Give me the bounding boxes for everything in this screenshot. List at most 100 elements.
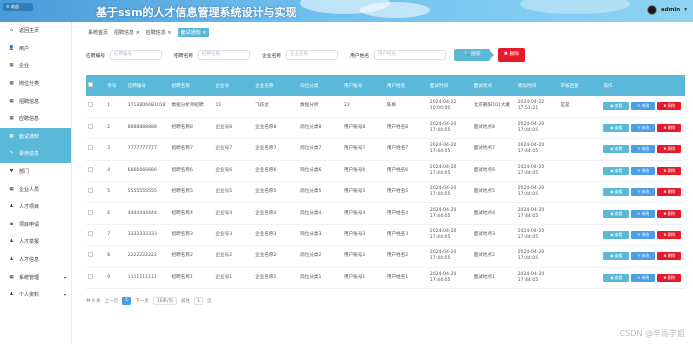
search-input-user[interactable]: 用户姓名 <box>374 50 446 60</box>
view-button[interactable]: ◉ 查看 <box>603 102 630 111</box>
cell-place: 面试地点1 <box>471 267 516 290</box>
delete-button[interactable]: ✖ 删除 <box>657 166 682 175</box>
chevron-down-icon: ▾ <box>63 292 66 298</box>
sidebar-item-10[interactable]: ♟ 人才项目 <box>0 198 71 216</box>
view-button[interactable]: ◉ 查看 <box>603 273 630 282</box>
actions-cell: ◉ 查看 ✎ 修改 ✖ 删除 <box>601 202 685 225</box>
batch-delete-button[interactable]: ✖ 删除 <box>498 48 525 62</box>
delete-button[interactable]: ✖ 删除 <box>657 188 682 197</box>
user-name: admin <box>661 7 681 13</box>
search-bar: 应聘编号 应聘编号 招聘名称 招聘名称 企业名称 企业名称 用户姓名 用户姓名 … <box>72 48 693 62</box>
cell-reply <box>558 202 602 225</box>
sidebar-item-1[interactable]: 👤 用户 <box>0 40 71 58</box>
sidebar-item-13[interactable]: ♟ 人才信息 <box>0 251 71 269</box>
column-header: 用户姓名 <box>384 75 428 96</box>
delete-button[interactable]: ✖ 删除 <box>657 231 682 240</box>
tab-0[interactable]: 系统首页 <box>88 29 108 36</box>
delete-button[interactable]: ✖ 删除 <box>657 273 682 282</box>
cell-acct: 用户账号6 <box>342 160 385 183</box>
edit-button[interactable]: ✎ 修改 <box>631 273 656 282</box>
search-input-code[interactable]: 应聘编号 <box>110 50 162 60</box>
row-checkbox[interactable] <box>88 166 93 172</box>
cell-added: 2024-04-22 17:51:21 <box>515 96 559 118</box>
user-menu[interactable]: admin ▾ <box>647 5 687 15</box>
sidebar-item-0[interactable]: ⌂ 返回主页 <box>0 22 71 40</box>
edit-button[interactable]: ✎ 修改 <box>631 124 656 133</box>
tab-3[interactable]: 面试通知 × <box>177 27 210 37</box>
sidebar-item-12[interactable]: ♟ 人才举报 <box>0 233 71 251</box>
tab-1[interactable]: 招聘信息 × <box>114 29 140 36</box>
search-input-job[interactable]: 招聘名称 <box>198 50 250 60</box>
delete-button[interactable]: ✖ 删除 <box>657 252 682 261</box>
table-row: 1 1713806681018 数据分析师招聘 11 飞跃达 数据分析 22 陈枫 2024-0… <box>86 96 685 118</box>
view-button[interactable]: ◉ 查看 <box>603 188 630 197</box>
next-page-button[interactable]: 下一页 <box>135 298 149 304</box>
cell-coname: 企业名称6 <box>253 160 299 183</box>
cell-code: 6666666666 <box>125 160 170 183</box>
row-checkbox[interactable] <box>88 124 93 130</box>
delete-button[interactable]: ✖ 删除 <box>657 102 682 111</box>
sidebar-icon: ▦ <box>9 116 14 122</box>
edit-button[interactable]: ✎ 修改 <box>631 252 656 261</box>
row-checkbox[interactable] <box>88 273 93 279</box>
edit-button[interactable]: ✎ 修改 <box>631 102 656 111</box>
table-header-row: 序号 应聘编号 招聘名称 企业号 企业名称 岗位分类 用户账号 用户姓名 面试时间 面试地点 添加时… <box>86 75 685 96</box>
edit-button[interactable]: ✎ 修改 <box>631 188 656 197</box>
sidebar-item-15[interactable]: ♟ 个人资料 ▾ <box>0 286 71 304</box>
column-header: 添加时间 <box>515 75 559 96</box>
view-button[interactable]: ◉ 查看 <box>603 145 630 154</box>
sidebar-item-5[interactable]: ▦ 应聘信息 <box>0 110 71 128</box>
delete-button[interactable]: ✖ 删除 <box>657 209 682 218</box>
edit-button[interactable]: ✎ 修改 <box>631 166 656 175</box>
row-checkbox[interactable] <box>88 145 93 151</box>
cell-no: 2 <box>105 117 126 140</box>
view-button[interactable]: ◉ 查看 <box>603 252 630 261</box>
sidebar-item-3[interactable]: ▦ 岗位分类 <box>0 75 71 93</box>
sidebar-item-label: 录用信息 <box>19 151 40 158</box>
cell-no: 4 <box>105 160 126 183</box>
cell-co: 企业号3 <box>213 224 254 247</box>
sidebar-item-11[interactable]: ▪ 项目申请 <box>0 216 71 234</box>
sidebar-item-9[interactable]: ▦ 企业人员 <box>0 180 71 198</box>
sidebar-item-2[interactable]: ▦ 企业 <box>0 57 71 75</box>
select-all-checkbox[interactable] <box>88 82 93 87</box>
goto-page-input[interactable]: 1 <box>193 297 203 305</box>
sidebar-item-14[interactable]: ▦ 系统管理 ▾ <box>0 268 71 286</box>
delete-button[interactable]: ✖ 删除 <box>657 145 682 154</box>
view-button[interactable]: ◉ 查看 <box>603 209 630 218</box>
sidebar-item-7[interactable]: ✎ 录用信息 <box>0 145 71 163</box>
sidebar-item-8[interactable]: ♥ 部门 <box>0 163 71 181</box>
sidebar-item-6[interactable]: ▦ 面试通知 <box>0 127 71 146</box>
cell-uname: 用户姓名6 <box>384 160 428 183</box>
cell-reply <box>558 245 602 268</box>
cell-acct: 用户账号8 <box>342 117 385 140</box>
edit-button[interactable]: ✎ 修改 <box>631 209 656 218</box>
row-checkbox[interactable] <box>88 102 93 108</box>
data-table: 序号 应聘编号 招聘名称 企业号 企业名称 岗位分类 用户账号 用户姓名 面试时间 面试地点 添加时… <box>86 75 685 290</box>
page-size-select[interactable]: 10条/页 <box>152 297 177 305</box>
cell-no: 8 <box>105 245 126 268</box>
view-button[interactable]: ◉ 查看 <box>603 166 630 175</box>
edit-button[interactable]: ✎ 修改 <box>631 145 656 154</box>
page-number-current[interactable]: 1 <box>122 297 132 305</box>
row-checkbox[interactable] <box>88 209 93 215</box>
sidebar-item-4[interactable]: ▦ 招聘信息 <box>0 92 71 110</box>
row-checkbox[interactable] <box>88 188 93 194</box>
column-header[interactable] <box>86 75 106 96</box>
prev-page-button[interactable]: 上一页 <box>105 298 119 304</box>
collapse-menu-button[interactable]: ≡ 收起 <box>3 3 33 11</box>
cell-uname: 用户姓名4 <box>384 202 428 225</box>
cell-added: 2024-04-20 17:44:05 <box>515 117 559 140</box>
row-checkbox[interactable] <box>88 231 93 237</box>
search-button[interactable]: 🔍 搜索 <box>454 49 494 61</box>
search-input-company[interactable]: 企业名称 <box>286 50 338 60</box>
row-checkbox[interactable] <box>88 252 93 258</box>
view-button[interactable]: ◉ 查看 <box>603 231 630 240</box>
delete-button[interactable]: ✖ 删除 <box>657 124 682 133</box>
tab-2[interactable]: 应聘信息 × <box>146 29 172 36</box>
pagination: 共 9 条 上一页 1 下一页 10条/页 前往 1 页 <box>86 297 211 305</box>
view-button[interactable]: ◉ 查看 <box>603 124 630 133</box>
cell-no: 6 <box>105 202 126 225</box>
edit-button[interactable]: ✎ 修改 <box>631 231 656 240</box>
sidebar: ⌂ 返回主页 👤 用户 ▦ 企业 ▦ 岗位分类 ▦ 招聘信息 ▦ 应聘信息 ▦ 面试通知 ✎ 录用信息 ♥ 部门 ▦… <box>0 22 72 344</box>
